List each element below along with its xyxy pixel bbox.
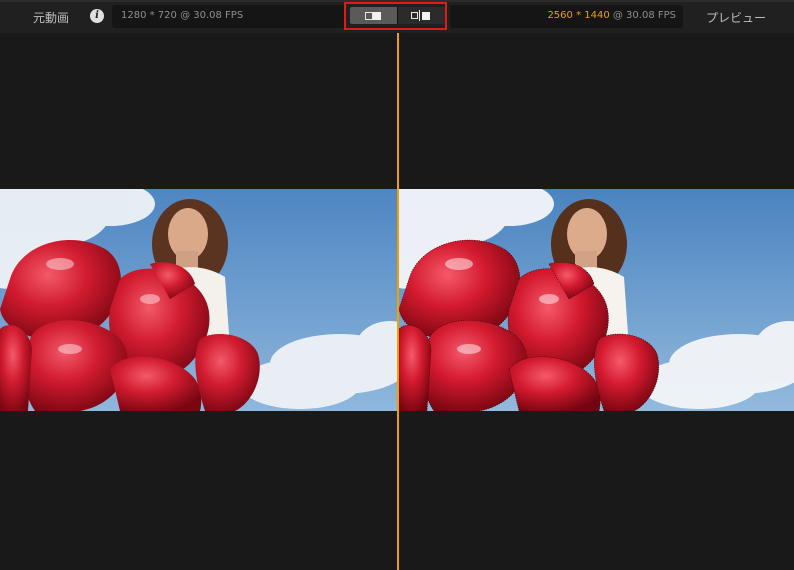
original-video-frame [0, 189, 397, 411]
preview-info-box: 2560 * 1440 @ 30.08 FPS [450, 5, 683, 28]
side-by-side-icon-right [422, 12, 430, 20]
video-enhancer-compare-view: 元動画 i 1280 * 720 @ 30.08 FPS 2560 * 1440… [0, 0, 794, 570]
preview-video-frame [399, 189, 794, 411]
info-icon[interactable]: i [90, 9, 104, 23]
compare-toolbar: 元動画 i 1280 * 720 @ 30.08 FPS 2560 * 1440… [0, 0, 794, 33]
preview-video-pane [399, 189, 794, 411]
preview-label: プレビュー [706, 11, 767, 25]
original-video-pane [0, 189, 397, 411]
preview-resolution-fps: 2560 * 1440 @ 30.08 FPS [547, 10, 676, 21]
preview-fps: @ 30.08 FPS [609, 10, 676, 21]
side-by-side-icon-left [411, 12, 418, 19]
original-video-label: 元動画 [33, 11, 70, 25]
preview-resolution: 2560 * 1440 [547, 10, 610, 21]
split-view-icon-right [373, 12, 381, 20]
split-view-icon-left [365, 12, 373, 20]
view-mode-toggle [350, 7, 445, 24]
side-by-side-icon-divider [419, 10, 420, 21]
side-by-side-button[interactable] [398, 7, 445, 24]
compare-split-handle[interactable] [397, 33, 399, 570]
split-view-button[interactable] [350, 7, 397, 24]
original-resolution-fps: 1280 * 720 @ 30.08 FPS [121, 10, 244, 21]
original-info-box: 1280 * 720 @ 30.08 FPS [112, 5, 346, 28]
